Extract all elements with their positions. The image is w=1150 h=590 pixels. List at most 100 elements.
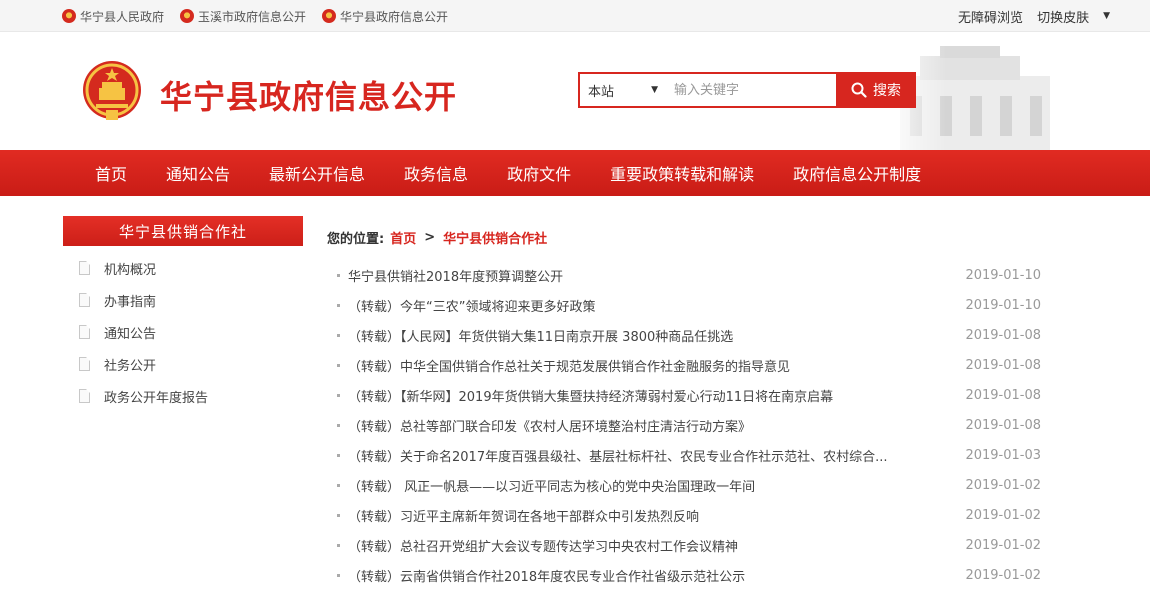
bullet-icon [337,543,340,547]
bullet-icon [337,303,340,307]
list-item-left: （转载）今年“三农”领域将迎来更多好政策 [327,296,595,315]
national-emblem-icon [83,61,141,120]
search-button[interactable]: 搜索 [836,72,916,108]
list-item-left: （转载）中华全国供销合作总社关于规范发展供销合作社金融服务的指导意见 [327,356,790,375]
news-date: 2019-01-08 [965,327,1041,343]
sidebar-item-label: 通知公告 [104,326,157,342]
bullet-icon [337,423,340,427]
list-item-left: （转载）总社等部门联合印发《农村人居环境整治村庄清洁行动方案》 [327,416,751,435]
nav-item-policies[interactable]: 重要政策转载和解读 [610,161,754,185]
search-icon [851,82,867,98]
top-links: 华宁县人民政府 玉溪市政府信息公开 华宁县政府信息公开 [62,0,464,32]
news-date: 2019-01-03 [965,447,1041,463]
list-item[interactable]: （转载）关于命名2017年度百强县级社、基层社标杆社、农民专业合作社示范社、农村… [327,440,1047,470]
site-header: 华宁县政府信息公开 本站 ▼ 搜索 [0,32,1150,150]
news-date: 2019-01-08 [965,387,1041,403]
breadcrumb-current-link[interactable]: 华宁县供销合作社 [443,228,547,247]
news-date: 2019-01-08 [965,357,1041,373]
list-item[interactable]: （转载）【新华网】2019年货供销大集暨扶持经济薄弱村爱心行动11日将在南京启幕… [327,380,1047,410]
breadcrumb-label: 您的位置: [327,231,385,247]
list-item[interactable]: （转载）中华全国供销合作总社关于规范发展供销合作社金融服务的指导意见 2019-… [327,350,1047,380]
sidebar-item-public[interactable]: 社务公开 [63,348,303,380]
top-link-label: 华宁县政府信息公开 [340,9,449,24]
news-title[interactable]: （转载）【新华网】2019年货供销大集暨扶持经济薄弱村爱心行动11日将在南京启幕 [348,386,833,405]
accessibility-link[interactable]: 无障碍浏览 [958,7,1023,26]
nav-item-home[interactable]: 首页 [95,161,127,185]
top-link-city-info[interactable]: 玉溪市政府信息公开 [180,8,306,25]
document-icon [79,389,90,403]
news-list: 华宁县供销社2018年度预算调整公开 2019-01-10 （转载）今年“三农”… [327,260,1047,590]
news-title[interactable]: （转载）【人民网】年货供销大集11日南京开展 3800种商品任挑选 [348,326,733,345]
news-title[interactable]: （转载）中华全国供销合作总社关于规范发展供销合作社金融服务的指导意见 [348,356,790,375]
list-item[interactable]: （转载）习近平主席新年贺词在各地干部群众中引发热烈反响 2019-01-02 [327,500,1047,530]
skin-switch-link[interactable]: 切换皮肤 [1037,7,1089,26]
news-title[interactable]: （转载）习近平主席新年贺词在各地干部群众中引发热烈反响 [348,506,699,525]
sidebar-list: 机构概况 办事指南 通知公告 社务公开 政务公开年度报告 [63,252,303,412]
search-scope-select[interactable]: 本站 ▼ [578,72,668,108]
chevron-down-icon[interactable]: ▼ [1103,11,1110,21]
news-title[interactable]: （转载）关于命名2017年度百强县级社、基层社标杆社、农民专业合作社示范社、农村… [348,446,887,465]
bullet-icon [337,573,340,577]
news-title[interactable]: （转载） 风正一帆悬——以习近平同志为核心的党中央治国理政一年间 [348,476,755,495]
list-item[interactable]: （转载）总社召开党组扩大会议专题传达学习中央农村工作会议精神 2019-01-0… [327,530,1047,560]
news-title[interactable]: 华宁县供销社2018年度预算调整公开 [348,266,563,285]
document-icon [79,261,90,275]
emblem-icon [180,9,195,23]
sidebar-item-annual-report[interactable]: 政务公开年度报告 [63,380,303,412]
nav-item-notices[interactable]: 通知公告 [166,161,230,185]
top-link-label: 玉溪市政府信息公开 [198,9,307,24]
list-item-left: （转载）总社召开党组扩大会议专题传达学习中央农村工作会议精神 [327,536,738,555]
top-utility-bar: 华宁县人民政府 玉溪市政府信息公开 华宁县政府信息公开 无障碍浏览 切换皮肤 ▼ [0,0,1150,32]
list-item-left: （转载）【新华网】2019年货供销大集暨扶持经济薄弱村爱心行动11日将在南京启幕 [327,386,833,405]
news-date: 2019-01-10 [965,267,1041,283]
list-item[interactable]: （转载）【人民网】年货供销大集11日南京开展 3800种商品任挑选 2019-0… [327,320,1047,350]
top-link-county-gov[interactable]: 华宁县人民政府 [62,8,164,25]
news-date: 2019-01-10 [965,297,1041,313]
list-item[interactable]: （转载） 风正一帆悬——以习近平同志为核心的党中央治国理政一年间 2019-01… [327,470,1047,500]
news-title[interactable]: （转载）总社等部门联合印发《农村人居环境整治村庄清洁行动方案》 [348,416,751,435]
list-item-left: （转载）关于命名2017年度百强县级社、基层社标杆社、农民专业合作社示范社、农村… [327,446,887,465]
sidebar-item-label: 办事指南 [104,294,157,310]
list-item[interactable]: 华宁县供销社2018年度预算调整公开 2019-01-10 [327,260,1047,290]
search-bar: 本站 ▼ 搜索 [578,72,916,108]
top-right-tools: 无障碍浏览 切换皮肤 ▼ [944,0,1110,32]
site-title: 华宁县政府信息公开 [160,78,458,116]
list-item[interactable]: （转载）总社等部门联合印发《农村人居环境整治村庄清洁行动方案》 2019-01-… [327,410,1047,440]
list-item[interactable]: （转载）今年“三农”领域将迎来更多好政策 2019-01-10 [327,290,1047,320]
nav-item-documents[interactable]: 政府文件 [507,161,571,185]
bullet-icon [337,363,340,367]
bullet-icon [337,333,340,337]
list-item[interactable]: （转载）云南省供销合作社2018年度农民专业合作社省级示范社公示 2019-01… [327,560,1047,590]
emblem-icon [322,9,337,23]
search-button-label: 搜索 [873,83,901,99]
sidebar-title: 华宁县供销合作社 [63,216,303,246]
list-item-left: （转载）云南省供销合作社2018年度农民专业合作社省级示范社公示 [327,566,745,585]
list-item-left: （转载） 风正一帆悬——以习近平同志为核心的党中央治国理政一年间 [327,476,755,495]
sidebar-item-label: 政务公开年度报告 [104,390,209,406]
document-icon [79,357,90,371]
nav-item-system[interactable]: 政府信息公开制度 [793,161,921,185]
news-title[interactable]: （转载）云南省供销合作社2018年度农民专业合作社省级示范社公示 [348,566,745,585]
nav-item-latest[interactable]: 最新公开信息 [269,161,365,185]
breadcrumb-home-link[interactable]: 首页 [390,228,416,247]
news-title[interactable]: （转载）总社召开党组扩大会议专题传达学习中央农村工作会议精神 [348,536,738,555]
top-link-county-info[interactable]: 华宁县政府信息公开 [322,8,448,25]
sidebar: 华宁县供销合作社 机构概况 办事指南 通知公告 社务公开 政务公开年度报告 [63,216,303,412]
nav-item-affairs[interactable]: 政务信息 [404,161,468,185]
bullet-icon [337,393,340,397]
sidebar-item-overview[interactable]: 机构概况 [63,252,303,284]
search-input[interactable] [668,72,836,108]
bullet-icon [337,453,340,457]
sidebar-item-label: 社务公开 [104,358,157,374]
sidebar-item-label: 机构概况 [104,262,157,278]
search-scope-value: 本站 [588,84,615,100]
emblem-icon [62,9,76,23]
sidebar-item-guide[interactable]: 办事指南 [63,284,303,316]
sidebar-item-notices[interactable]: 通知公告 [63,316,303,348]
chevron-down-icon: ▼ [651,85,658,95]
news-date: 2019-01-08 [965,417,1041,433]
news-date: 2019-01-02 [965,567,1041,583]
news-date: 2019-01-02 [965,507,1041,523]
news-date: 2019-01-02 [965,537,1041,553]
news-title[interactable]: （转载）今年“三农”领域将迎来更多好政策 [348,296,595,315]
